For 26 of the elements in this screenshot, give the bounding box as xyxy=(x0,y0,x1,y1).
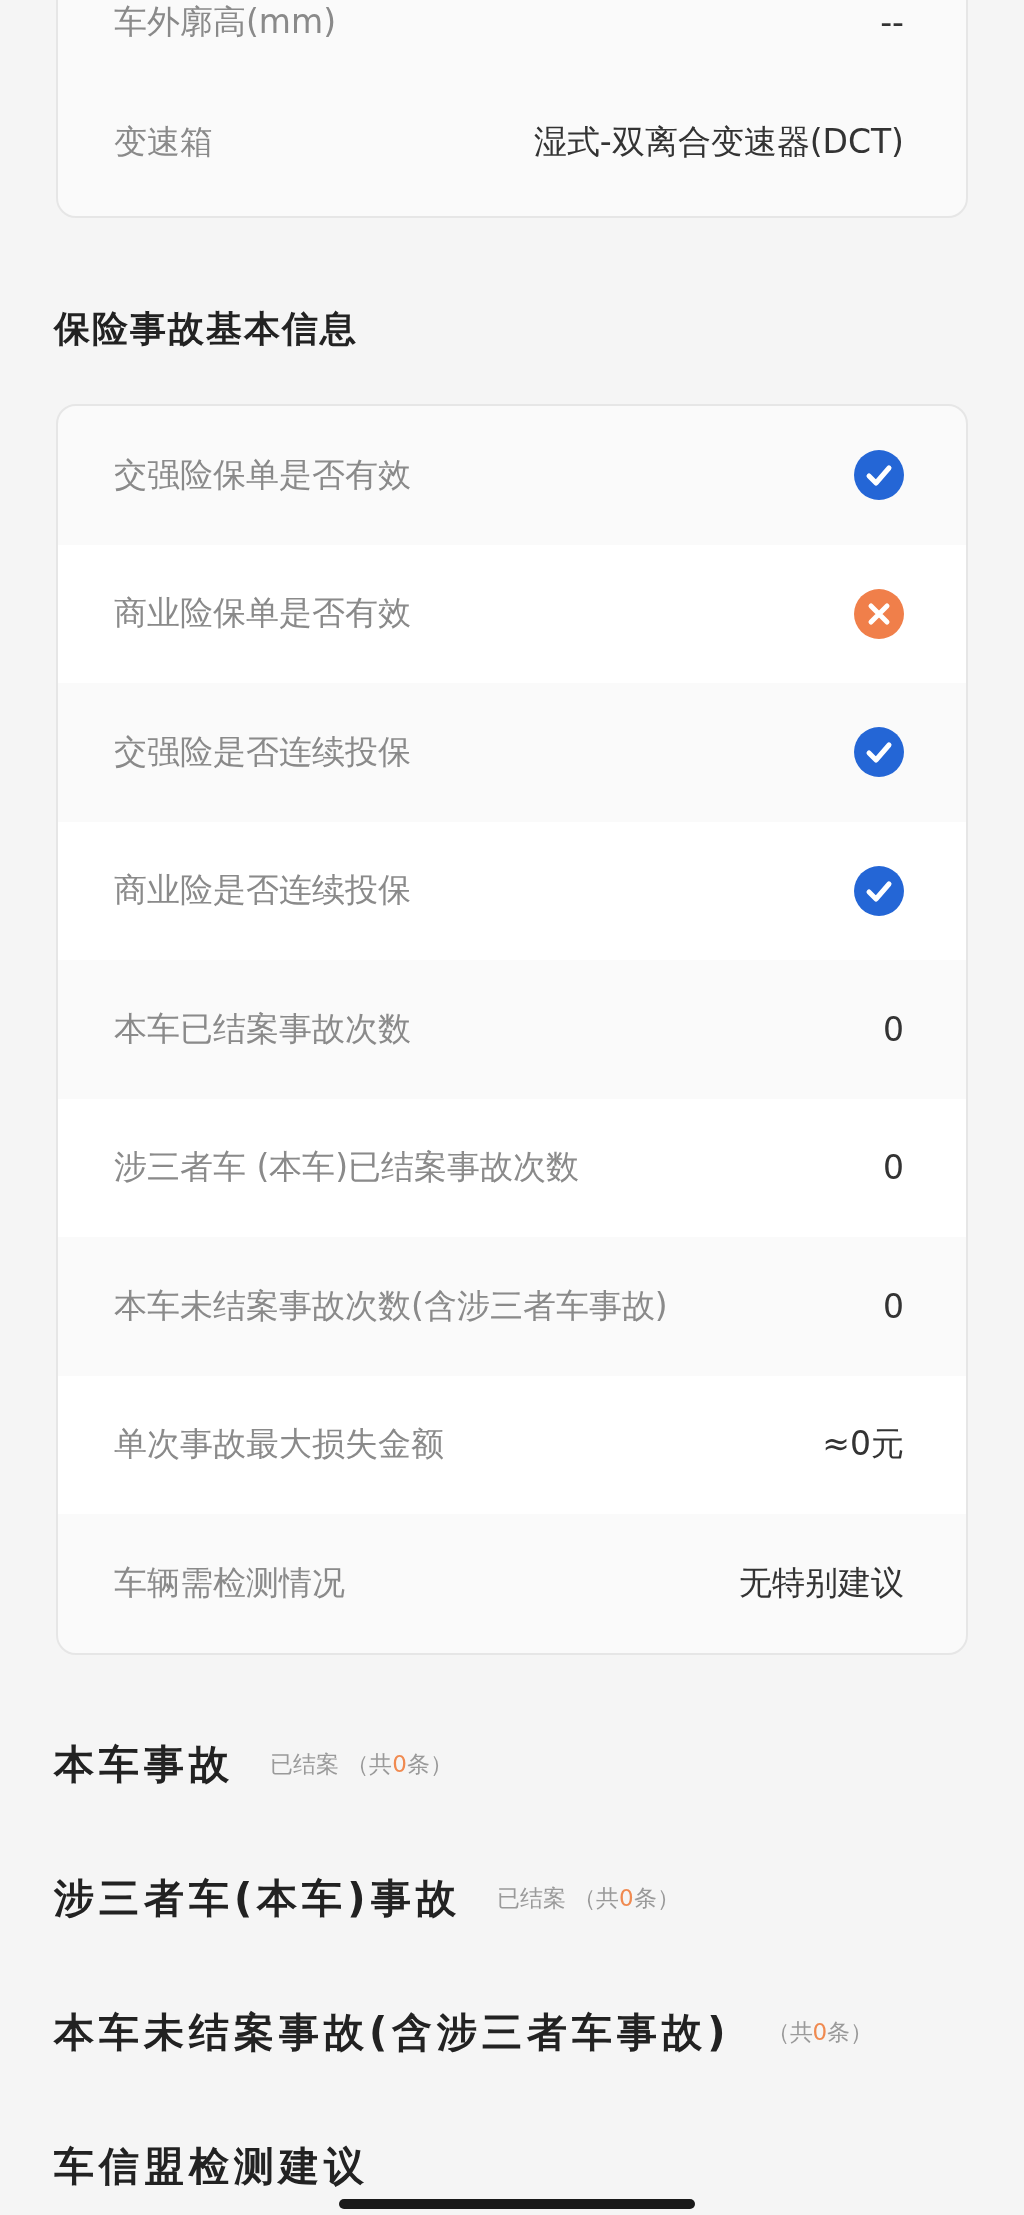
row-label: 商业险是否连续投保 xyxy=(114,869,411,912)
row-label: 车外廓高(mm) xyxy=(114,0,337,43)
row-value: -- xyxy=(880,2,904,42)
row-value: 无特别建议 xyxy=(739,1561,904,1604)
row-label: 变速箱 xyxy=(114,120,213,163)
row-label: 本车已结案事故次数 xyxy=(114,1007,411,1050)
row-label: 车辆需检测情况 xyxy=(114,1561,345,1604)
row-label: 本车未结案事故次数(含涉三者车事故) xyxy=(114,1284,668,1327)
section-heading: 车信盟检测建议 xyxy=(54,2142,369,2191)
row-label: 交强险是否连续投保 xyxy=(114,730,411,773)
row-value: 湿式-双离合变速器(DCT) xyxy=(533,120,904,163)
row-value: 0 xyxy=(883,1009,904,1049)
case-count: 已结案 （共0条） xyxy=(270,1750,453,1779)
section-heading: 本车事故 xyxy=(54,1740,234,1789)
row-value: 0 xyxy=(883,1286,904,1326)
case-count: （共0条） xyxy=(766,2018,874,2047)
case-count: 已结案 （共0条） xyxy=(496,1884,680,1913)
row-label: 商业险保单是否有效 xyxy=(114,592,411,635)
section-heading: 本车未结案事故(含涉三者车事故) xyxy=(54,2008,731,2057)
section-heading: 涉三者车(本车)事故 xyxy=(54,1874,461,1923)
row-value: ≈0元 xyxy=(822,1423,904,1466)
row-label: 单次事故最大损失金额 xyxy=(114,1423,444,1466)
row-label: 涉三者车 (本车)已结案事故次数 xyxy=(114,1146,580,1189)
section-title: 保险事故基本信息 xyxy=(54,307,359,351)
row-label: 交强险保单是否有效 xyxy=(114,453,411,496)
row-value: 0 xyxy=(883,1148,904,1188)
